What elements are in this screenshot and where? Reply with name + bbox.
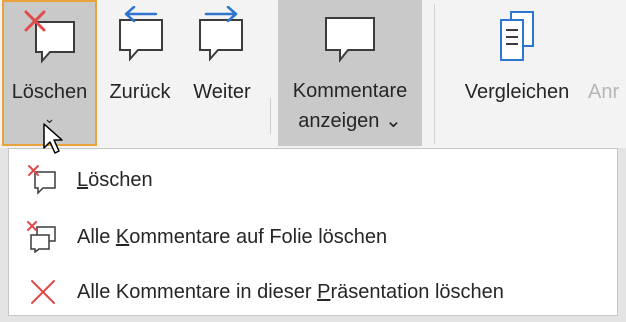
comment-delete-icon: [24, 10, 75, 64]
compare-button[interactable]: Vergleichen: [448, 0, 586, 146]
comment-previous-icon: [119, 6, 163, 62]
delete-dropdown-menu: Löschen Alle Kommentare auf Folie lösche…: [8, 148, 618, 316]
show-comments-label: Kommentare anzeigen ⌄: [278, 76, 422, 136]
menu-item-delete[interactable]: Löschen: [9, 155, 617, 205]
previous-button-label: Zurück: [109, 81, 171, 103]
next-comment-button[interactable]: Weiter: [182, 0, 262, 146]
group-separator: [270, 98, 271, 134]
label-part: Alle Kommentare in dieser: [77, 281, 318, 303]
group-separator-tall: [434, 4, 435, 144]
label-part: öschen: [88, 169, 153, 191]
next-button-label: Weiter: [193, 81, 251, 103]
close-x-icon: [31, 280, 55, 304]
menu-item-delete-all-in-presentation[interactable]: Alle Kommentare in dieser Präsentation l…: [9, 267, 617, 317]
mouse-cursor-icon: [43, 123, 63, 154]
comment-delete-icon: [28, 165, 56, 195]
mnemonic-key: L: [77, 169, 89, 191]
comment-next-icon: [199, 6, 243, 62]
disabled-button-label: Anr: [588, 81, 620, 103]
delete-button-label: Löschen: [11, 81, 88, 103]
comment-icon: [325, 17, 375, 63]
menu-item-delete-label: Löschen: [77, 155, 153, 205]
previous-comment-button[interactable]: Zurück: [100, 0, 180, 146]
label-part: ommentare auf Folie löschen: [129, 226, 388, 248]
mnemonic-key: P: [317, 281, 331, 303]
menu-item-delete-all-in-presentation-label: Alle Kommentare in dieser Präsentation l…: [77, 267, 504, 317]
show-comments-button[interactable]: Kommentare anzeigen ⌄: [278, 0, 422, 146]
menu-item-delete-all-on-slide-label: Alle Kommentare auf Folie löschen: [77, 212, 387, 262]
disabled-ribbon-button: Anr: [586, 0, 626, 146]
ribbon: Löschen ⌄ Zurück Weiter Kommentare anzei…: [0, 0, 626, 148]
compare-button-label: Vergleichen: [464, 81, 570, 103]
show-comments-label-line1: Kommentare: [292, 80, 408, 102]
compare-document-icon: [500, 11, 534, 61]
delete-slide-comments-icon: [27, 221, 56, 253]
label-part: Alle: [77, 226, 116, 248]
mnemonic-key: K: [115, 226, 130, 248]
label-part: räsentation löschen: [330, 281, 504, 303]
menu-item-delete-all-on-slide[interactable]: Alle Kommentare auf Folie löschen: [9, 212, 617, 262]
show-comments-label-line2: anzeigen ⌄: [298, 110, 402, 132]
